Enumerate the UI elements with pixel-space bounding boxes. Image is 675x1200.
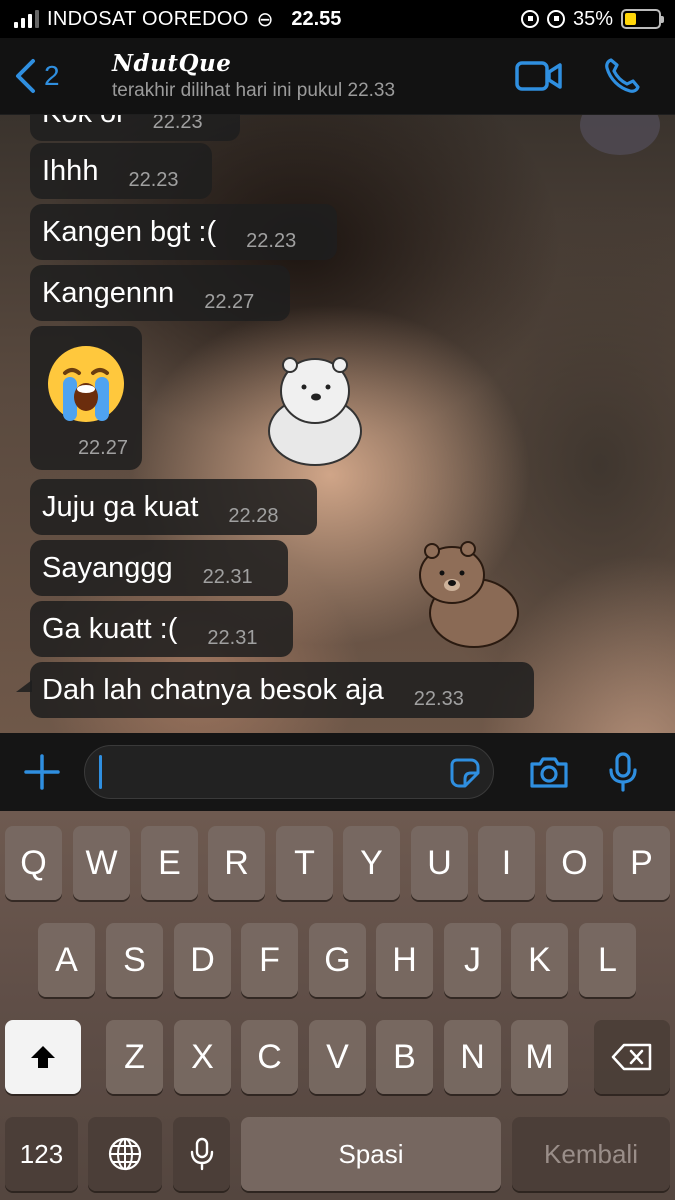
- key-c[interactable]: C: [241, 1020, 298, 1094]
- message-time: 22.31: [202, 565, 253, 588]
- link-icon: ⊖: [256, 8, 274, 31]
- dictation-key[interactable]: [173, 1117, 230, 1191]
- message-bubble[interactable]: Ga kuatt :( 22.31: [30, 601, 293, 657]
- loudly-crying-face-icon: [48, 346, 124, 422]
- orientation-lock-icon: [520, 10, 539, 28]
- message-text: Dah lah chatnya besok aja: [42, 673, 384, 706]
- chat-header: 2 NdutQue terakhir dilihat hari ini puku…: [0, 38, 675, 115]
- message-text: Ga kuatt :(: [42, 612, 178, 645]
- message-text: Juju ga kuat: [42, 490, 199, 523]
- carrier-name: INDOSAT OOREDOO: [47, 7, 249, 30]
- video-call-icon[interactable]: [515, 59, 563, 93]
- key-z[interactable]: Z: [106, 1020, 163, 1094]
- message-time: 22.27: [77, 437, 128, 459]
- chat-area[interactable]: Kok ol 22.23 Ihhh 22.23 Kangen bgt :( 22…: [0, 115, 675, 733]
- unread-count: 2: [44, 60, 60, 91]
- key-b[interactable]: B: [376, 1020, 433, 1094]
- ice-bear-sticker: [268, 357, 362, 466]
- key-e[interactable]: E: [141, 826, 198, 900]
- backspace-icon: [611, 1043, 652, 1071]
- key-h[interactable]: H: [376, 923, 433, 997]
- message-bubble[interactable]: Kangennn 22.27: [30, 265, 290, 321]
- chevron-left-icon: [16, 59, 35, 93]
- space-key[interactable]: Spasi: [241, 1117, 501, 1191]
- message-bubble[interactable]: Kok ol 22.23: [30, 115, 240, 141]
- key-y[interactable]: Y: [343, 826, 400, 900]
- message-text: Ihhh: [42, 154, 99, 187]
- numbers-key-label: 123: [19, 1138, 64, 1169]
- sticker-icon[interactable]: [449, 757, 481, 789]
- key-g[interactable]: G: [309, 923, 366, 997]
- key-u[interactable]: U: [411, 826, 468, 900]
- return-key[interactable]: Kembali: [512, 1117, 670, 1191]
- message-time: 22.27: [204, 290, 255, 313]
- key-s[interactable]: S: [106, 923, 163, 997]
- contact-name: NdutQue: [112, 50, 232, 77]
- text-caret: [99, 755, 102, 789]
- message-bubble[interactable]: Sayanggg 22.31: [30, 540, 288, 596]
- key-t[interactable]: T: [276, 826, 333, 900]
- key-w[interactable]: W: [73, 826, 130, 900]
- key-p[interactable]: P: [613, 826, 670, 900]
- message-time: 22.23: [246, 229, 297, 252]
- key-o[interactable]: O: [546, 826, 603, 900]
- backspace-key[interactable]: [594, 1020, 670, 1094]
- message-bubble[interactable]: Ihhh 22.23: [30, 143, 212, 199]
- shift-key[interactable]: [5, 1020, 81, 1094]
- key-l[interactable]: L: [579, 923, 636, 997]
- key-k[interactable]: K: [511, 923, 568, 997]
- input-bar: [0, 733, 675, 811]
- shift-icon: [31, 1046, 55, 1068]
- key-v[interactable]: V: [309, 1020, 366, 1094]
- dictation-mic-icon: [190, 1137, 213, 1171]
- key-n[interactable]: N: [444, 1020, 501, 1094]
- keyboard: Q W E R T Y U I O P A S D F G H J K L Z …: [0, 811, 675, 1200]
- attach-button[interactable]: [0, 753, 84, 791]
- key-m[interactable]: M: [511, 1020, 568, 1094]
- message-time: 22.23: [152, 115, 203, 133]
- key-j[interactable]: J: [444, 923, 501, 997]
- phone-icon[interactable]: [603, 57, 641, 95]
- camera-icon[interactable]: [528, 755, 570, 789]
- alarm-icon: [546, 10, 565, 28]
- key-x[interactable]: X: [174, 1020, 231, 1094]
- message-text: Kangennn: [42, 276, 175, 309]
- key-f[interactable]: F: [241, 923, 298, 997]
- key-i[interactable]: I: [478, 826, 535, 900]
- bubble-tail: [16, 680, 32, 692]
- battery-fill: [625, 13, 637, 25]
- clock: 22.55: [291, 7, 342, 30]
- microphone-icon[interactable]: [608, 752, 638, 792]
- key-d[interactable]: D: [174, 923, 231, 997]
- globe-key[interactable]: [88, 1117, 162, 1191]
- message-text: Sayanggg: [42, 551, 173, 584]
- grizzly-bear-sticker: [419, 541, 519, 648]
- battery-icon: [621, 9, 664, 29]
- contact-info[interactable]: NdutQue terakhir dilihat hari ini pukul …: [90, 50, 515, 102]
- signal-icon: [14, 10, 39, 28]
- message-text: Kok ol: [42, 115, 123, 130]
- message-time: 22.23: [128, 168, 179, 191]
- key-a[interactable]: A: [38, 923, 95, 997]
- message-time: 22.28: [228, 504, 279, 527]
- key-q[interactable]: Q: [5, 826, 62, 900]
- message-input[interactable]: [84, 745, 494, 799]
- message-time: 22.33: [413, 687, 464, 710]
- last-seen: terakhir dilihat hari ini pukul 22.33: [112, 80, 396, 101]
- message-bubble[interactable]: Kangen bgt :( 22.23: [30, 204, 337, 260]
- key-r[interactable]: R: [208, 826, 265, 900]
- background-decoration: [580, 115, 660, 155]
- message-bubble[interactable]: Juju ga kuat 22.28: [30, 479, 317, 535]
- back-button[interactable]: 2: [0, 58, 90, 94]
- message-text: Kangen bgt :(: [42, 215, 217, 248]
- message-bubble[interactable]: Dah lah chatnya besok aja 22.33: [30, 662, 534, 718]
- status-bar: INDOSAT OOREDOO ⊖ 22.55 35%: [0, 0, 675, 38]
- numbers-key[interactable]: 123: [5, 1117, 78, 1191]
- battery-percent: 35%: [572, 7, 613, 30]
- plus-icon: [24, 754, 60, 790]
- emoji-message-bubble[interactable]: 22.27: [30, 326, 142, 470]
- globe-icon: [108, 1137, 142, 1171]
- message-time: 22.31: [207, 626, 258, 649]
